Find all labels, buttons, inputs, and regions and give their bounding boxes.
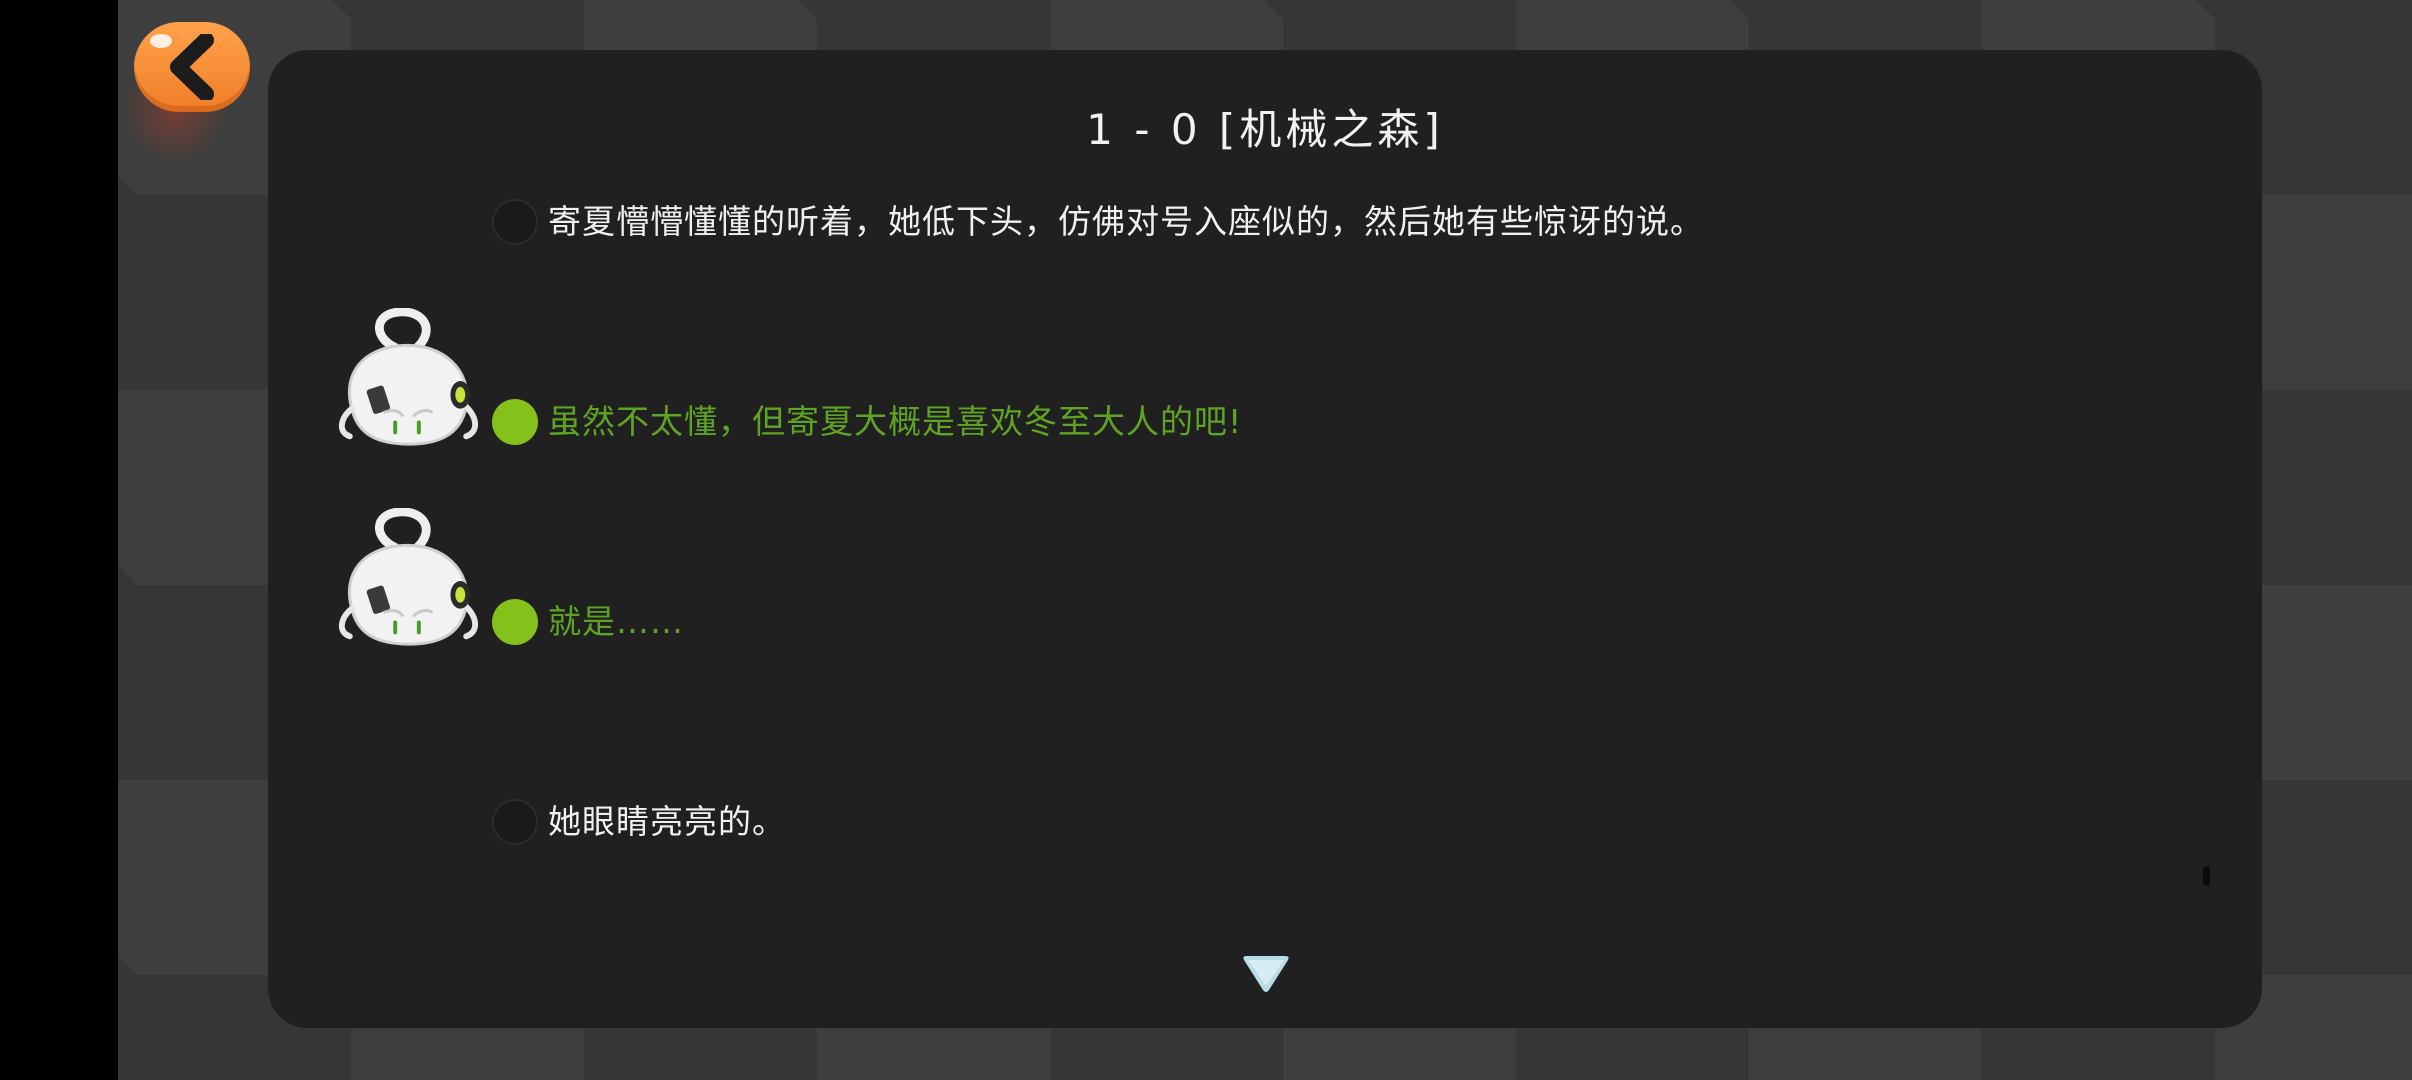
chevron-left-icon [170,34,214,100]
speaker-marker-icon [492,399,538,445]
dialogue-text: 虽然不太懂，但寄夏大概是喜欢冬至大人的吧! [548,402,1243,441]
dialogue-line: 寄夏懵懵懂懂的听着，她低下头，仿佛对号入座似的，然后她有些惊讶的说。 [268,192,2262,252]
dialogue-log-panel[interactable]: 1 - 0 [机械之森] 寄夏懵懵懂懂的听着，她低下头，仿佛对号入座似的，然后她… [268,50,2262,1028]
dialogue-text: 就是…… [548,602,684,641]
dialogue-line: 就是…… [268,508,2262,652]
narration-marker-icon [492,799,538,845]
dialogue-text: 她眼睛亮亮的。 [548,802,786,841]
narration-marker-icon [492,199,538,245]
game-screen: 1 - 0 [机械之森] 寄夏懵懵懂懂的听着，她低下头，仿佛对号入座似的，然后她… [0,0,2412,1080]
speaker-marker-icon [492,599,538,645]
down-triangle-icon[interactable] [1240,954,1292,994]
dialogue-line: 她眼睛亮亮的。 [268,792,2262,852]
scrollbar-thumb[interactable] [2203,866,2210,886]
character-avatar [338,308,479,446]
dialogue-text: 寄夏懵懵懂懂的听着，她低下头，仿佛对号入座似的，然后她有些惊讶的说。 [548,202,1704,241]
chapter-title: 1 - 0 [机械之森] [1086,105,1444,154]
back-button[interactable] [134,22,250,112]
character-avatar [338,508,479,646]
dialogue-line: 虽然不太懂，但寄夏大概是喜欢冬至大人的吧! [268,308,2262,452]
